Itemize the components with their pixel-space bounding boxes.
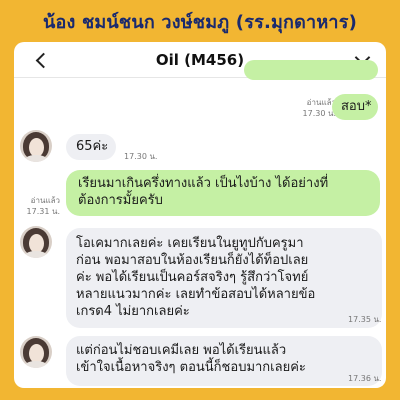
- avatar-body: [24, 361, 48, 368]
- message-line: ก่อน พอมาสอบในห้องเรียนก็ยังได้ท็อปเลย: [76, 253, 309, 268]
- incoming-message[interactable]: แต่ก่อนไม่ชอบเคมีเลย พอได้เรียนแล้ว เข้า…: [66, 336, 382, 386]
- message-text: 65ค่ะ: [76, 139, 109, 154]
- message-line: เข้าใจเนื้อหาจริงๆ ตอนนี้ก็ชอบมากเลยค่ะ: [76, 360, 306, 375]
- message-line: หลายแนวมากค่ะ เลยทำข้อสอบได้หลายข้อ: [76, 287, 316, 302]
- chat-window: Oil (M456) อ่านแล้ว 17.30 น. สอบ* 65ค่ะ …: [14, 42, 386, 388]
- message-time: 17.31 น.: [26, 207, 60, 216]
- chevron-left-icon: [35, 52, 51, 68]
- message-line: โอเคมากเลยค่ะ เคยเรียนในยูทูปกับครูมา: [76, 236, 304, 251]
- message-line: เกรด4 ไม่ยากเลยค่ะ: [76, 304, 190, 319]
- message-text: สอบ*: [341, 99, 372, 114]
- contact-avatar[interactable]: [20, 130, 52, 162]
- contact-avatar[interactable]: [20, 226, 52, 258]
- read-status: อ่านแล้ว: [306, 98, 336, 107]
- message-line: เรียนมาเกินครึ่งทางแล้ว เป็นไงบ้าง ได้อย…: [78, 176, 329, 191]
- chat-title: Oil (M456): [155, 50, 245, 69]
- message-line: แต่ก่อนไม่ชอบเคมีเลย พอได้เรียนแล้ว: [76, 343, 287, 358]
- message-line: ต้องการมั้ยครับ: [78, 193, 163, 208]
- message-line: ค่ะ พอได้เรียนเป็นคอร์สจริงๆ รู้สึกว่าโจ…: [76, 270, 309, 285]
- message-time: 17.36 น.: [348, 374, 382, 383]
- banner-title: น้อง ชมน์ชนก วงษ์ชมภู (รร.มุกดาหาร): [42, 11, 358, 33]
- outgoing-message[interactable]: สอบ*: [332, 94, 378, 120]
- contact-avatar[interactable]: [20, 336, 52, 368]
- message-time: 17.35 น.: [348, 315, 382, 324]
- avatar-body: [24, 251, 48, 258]
- banner: น้อง ชมน์ชนก วงษ์ชมภู (รร.มุกดาหาร): [0, 0, 400, 42]
- incoming-message[interactable]: โอเคมากเลยค่ะ เคยเรียนในยูทูปกับครูมา ก่…: [66, 228, 382, 328]
- back-button[interactable]: [32, 50, 51, 70]
- read-status: อ่านแล้ว: [30, 196, 60, 205]
- outgoing-message[interactable]: เรียนมาเกินครึ่งทางแล้ว เป็นไงบ้าง ได้อย…: [66, 170, 380, 216]
- incoming-message[interactable]: 65ค่ะ: [66, 134, 116, 160]
- message-list: อ่านแล้ว 17.30 น. สอบ* 65ค่ะ 17.30 น. อ่…: [14, 60, 386, 388]
- outgoing-message[interactable]: [244, 60, 378, 80]
- avatar-body: [24, 155, 48, 162]
- message-time: 17.30 น.: [302, 109, 336, 118]
- message-time: 17.30 น.: [124, 152, 158, 161]
